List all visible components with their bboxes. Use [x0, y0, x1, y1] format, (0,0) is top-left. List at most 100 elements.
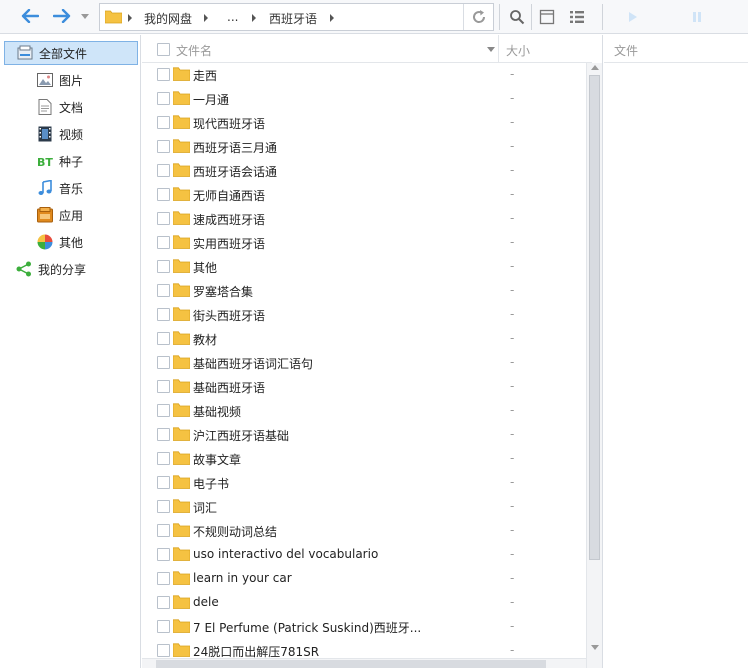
sort-arrow-icon[interactable]	[487, 47, 495, 52]
file-row[interactable]: 西班牙语三月通 -	[142, 135, 592, 159]
file-row[interactable]: 其他 -	[142, 255, 592, 279]
view-mode-button[interactable]	[564, 4, 590, 30]
file-row[interactable]: 走西 -	[142, 63, 592, 87]
row-checkbox[interactable]	[157, 308, 170, 321]
scrollbar-thumb[interactable]	[156, 660, 546, 668]
file-name[interactable]: 7 El Perfume (Patrick Suskind)西班牙...	[193, 619, 421, 636]
row-checkbox[interactable]	[157, 284, 170, 297]
file-row[interactable]: 实用西班牙语 -	[142, 231, 592, 255]
row-checkbox[interactable]	[157, 68, 170, 81]
row-checkbox[interactable]	[157, 644, 170, 657]
file-row[interactable]: 7 El Perfume (Patrick Suskind)西班牙... -	[142, 615, 592, 639]
file-name[interactable]: 其他	[193, 259, 217, 276]
file-name[interactable]: 西班牙语三月通	[193, 139, 277, 156]
file-name[interactable]: 现代西班牙语	[193, 115, 265, 132]
pause-button[interactable]	[684, 4, 710, 30]
file-row[interactable]: uso interactivo del vocabulario -	[142, 543, 592, 567]
file-name[interactable]: 基础视频	[193, 403, 241, 420]
sidebar-item-all-files[interactable]: 全部文件	[4, 41, 138, 65]
file-row[interactable]: 词汇 -	[142, 495, 592, 519]
breadcrumb-item[interactable]: 我的网盘	[144, 10, 192, 27]
refresh-button[interactable]	[463, 4, 493, 30]
file-row[interactable]: 电子书 -	[142, 471, 592, 495]
file-row[interactable]: 不规则动词总结 -	[142, 519, 592, 543]
breadcrumb-item[interactable]: 西班牙语	[269, 10, 317, 27]
row-checkbox[interactable]	[157, 260, 170, 273]
back-button[interactable]	[18, 5, 42, 27]
file-name[interactable]: 基础西班牙语词汇语句	[193, 355, 313, 372]
file-row[interactable]: 速成西班牙语 -	[142, 207, 592, 231]
file-row[interactable]: 无师自通西语 -	[142, 183, 592, 207]
file-name[interactable]: uso interactivo del vocabulario	[193, 547, 378, 561]
row-checkbox[interactable]	[157, 236, 170, 249]
file-name[interactable]: 走西	[193, 67, 217, 84]
file-name[interactable]: 西班牙语会话通	[193, 163, 277, 180]
file-name[interactable]: 词汇	[193, 499, 217, 516]
file-row[interactable]: 街头西班牙语 -	[142, 303, 592, 327]
file-row[interactable]: dele -	[142, 591, 592, 615]
sidebar-item-apps[interactable]: 应用	[37, 203, 83, 227]
row-checkbox[interactable]	[157, 500, 170, 513]
forward-button[interactable]	[50, 5, 74, 27]
file-row[interactable]: 西班牙语会话通 -	[142, 159, 592, 183]
file-name[interactable]: 罗塞塔合集	[193, 283, 253, 300]
scrollbar-thumb[interactable]	[589, 75, 600, 560]
column-header-size[interactable]: 大小	[506, 42, 530, 59]
file-row[interactable]: 基础西班牙语 -	[142, 375, 592, 399]
row-checkbox[interactable]	[157, 452, 170, 465]
file-name[interactable]: 教材	[193, 331, 217, 348]
scroll-down-icon[interactable]	[591, 645, 599, 650]
file-name[interactable]: 基础西班牙语	[193, 379, 265, 396]
row-checkbox[interactable]	[157, 116, 170, 129]
row-checkbox[interactable]	[157, 164, 170, 177]
file-name[interactable]: 不规则动词总结	[193, 523, 277, 540]
row-checkbox[interactable]	[157, 620, 170, 633]
preview-pane-button[interactable]	[534, 4, 560, 30]
row-checkbox[interactable]	[157, 356, 170, 369]
column-header-name[interactable]: 文件名	[176, 42, 212, 59]
row-checkbox[interactable]	[157, 92, 170, 105]
file-name[interactable]: 电子书	[193, 475, 229, 492]
file-name[interactable]: 无师自通西语	[193, 187, 265, 204]
row-checkbox[interactable]	[157, 380, 170, 393]
play-button[interactable]	[620, 4, 646, 30]
sidebar-item-my-shares[interactable]: 我的分享	[16, 257, 86, 281]
file-name[interactable]: learn in your car	[193, 571, 292, 585]
file-name[interactable]: 故事文章	[193, 451, 241, 468]
row-checkbox[interactable]	[157, 332, 170, 345]
sidebar-item-videos[interactable]: 视频	[37, 122, 83, 146]
file-name[interactable]: 沪江西班牙语基础	[193, 427, 289, 444]
file-name[interactable]: 街头西班牙语	[193, 307, 265, 324]
row-checkbox[interactable]	[157, 212, 170, 225]
sidebar-item-torrents[interactable]: BT 种子	[37, 149, 83, 173]
row-checkbox[interactable]	[157, 572, 170, 585]
file-row[interactable]: 一月通 -	[142, 87, 592, 111]
row-checkbox[interactable]	[157, 428, 170, 441]
column-divider[interactable]	[498, 35, 499, 63]
history-dropdown-button[interactable]	[78, 5, 92, 27]
address-bar[interactable]: 我的网盘 ... 西班牙语	[99, 3, 494, 31]
file-row[interactable]: 沪江西班牙语基础 -	[142, 423, 592, 447]
row-checkbox[interactable]	[157, 548, 170, 561]
file-row[interactable]: 教材 -	[142, 327, 592, 351]
file-name[interactable]: 速成西班牙语	[193, 211, 265, 228]
search-button[interactable]	[504, 4, 530, 30]
vertical-scrollbar[interactable]	[586, 63, 602, 668]
sidebar-item-music[interactable]: 音乐	[37, 176, 83, 200]
file-name[interactable]: dele	[193, 595, 219, 609]
file-name[interactable]: 实用西班牙语	[193, 235, 265, 252]
sidebar-item-documents[interactable]: 文档	[37, 95, 83, 119]
horizontal-scrollbar[interactable]	[142, 658, 586, 668]
file-row[interactable]: 基础西班牙语词汇语句 -	[142, 351, 592, 375]
select-all-checkbox[interactable]	[157, 43, 170, 56]
file-row[interactable]: 故事文章 -	[142, 447, 592, 471]
sidebar-item-images[interactable]: 图片	[37, 68, 83, 92]
row-checkbox[interactable]	[157, 476, 170, 489]
sidebar-item-other[interactable]: 其他	[37, 230, 83, 254]
file-row[interactable]: 现代西班牙语 -	[142, 111, 592, 135]
row-checkbox[interactable]	[157, 524, 170, 537]
row-checkbox[interactable]	[157, 140, 170, 153]
row-checkbox[interactable]	[157, 596, 170, 609]
row-checkbox[interactable]	[157, 188, 170, 201]
file-name[interactable]: 一月通	[193, 91, 229, 108]
